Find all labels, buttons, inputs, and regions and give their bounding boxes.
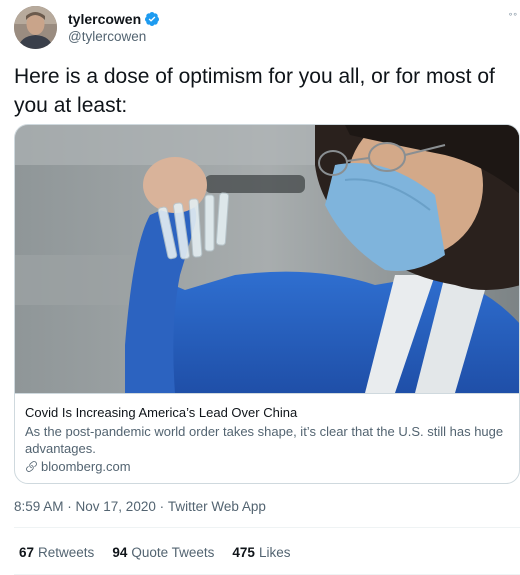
tweet-date[interactable]: Nov 17, 2020: [76, 499, 156, 514]
likes-label: Likes: [258, 545, 291, 560]
meta-separator: ·: [63, 499, 76, 514]
card-domain-text[interactable]: bloomberg.com: [41, 458, 131, 475]
link-icon: [26, 461, 37, 472]
card-domain: bloomberg.com: [25, 458, 511, 475]
engagement-stats: 67 Retweets 94 Quote Tweets 475 Likes: [19, 545, 308, 560]
retweets-stat[interactable]: 67 Retweets: [19, 545, 94, 560]
card-image[interactable]: [15, 125, 520, 393]
link-card[interactable]: Covid Is Increasing America’s Lead Over …: [14, 124, 520, 484]
retweets-label: Retweets: [38, 545, 95, 560]
retweets-count: 67: [19, 545, 35, 560]
tweet-time[interactable]: 8:59 AM: [14, 499, 64, 514]
tweet-header: tylercowen @tylercowen ∘∘: [14, 6, 520, 50]
tweet-source[interactable]: Twitter Web App: [168, 499, 266, 514]
divider: [14, 527, 520, 528]
card-meta: Covid Is Increasing America’s Lead Over …: [15, 393, 519, 483]
meta-separator: ·: [155, 499, 168, 514]
display-name[interactable]: tylercowen: [68, 11, 141, 27]
quote-tweets-label: Quote Tweets: [131, 545, 215, 560]
user-handle[interactable]: @tylercowen: [68, 29, 146, 44]
verified-badge-icon: [145, 12, 160, 26]
card-description: As the post-pandemic world order takes s…: [25, 424, 504, 456]
tweet-timestamp-row: 8:59 AM · Nov 17, 2020 · Twitter Web App: [14, 499, 266, 514]
avatar[interactable]: [14, 6, 57, 49]
more-options-icon[interactable]: ∘∘: [508, 9, 518, 20]
likes-stat[interactable]: 475 Likes: [232, 545, 290, 560]
quote-tweets-stat[interactable]: 94 Quote Tweets: [112, 545, 214, 560]
card-title[interactable]: Covid Is Increasing America’s Lead Over …: [25, 404, 511, 421]
likes-count: 475: [232, 545, 255, 560]
quote-tweets-count: 94: [112, 545, 128, 560]
tweet-text: Here is a dose of optimism for you all, …: [14, 65, 495, 117]
